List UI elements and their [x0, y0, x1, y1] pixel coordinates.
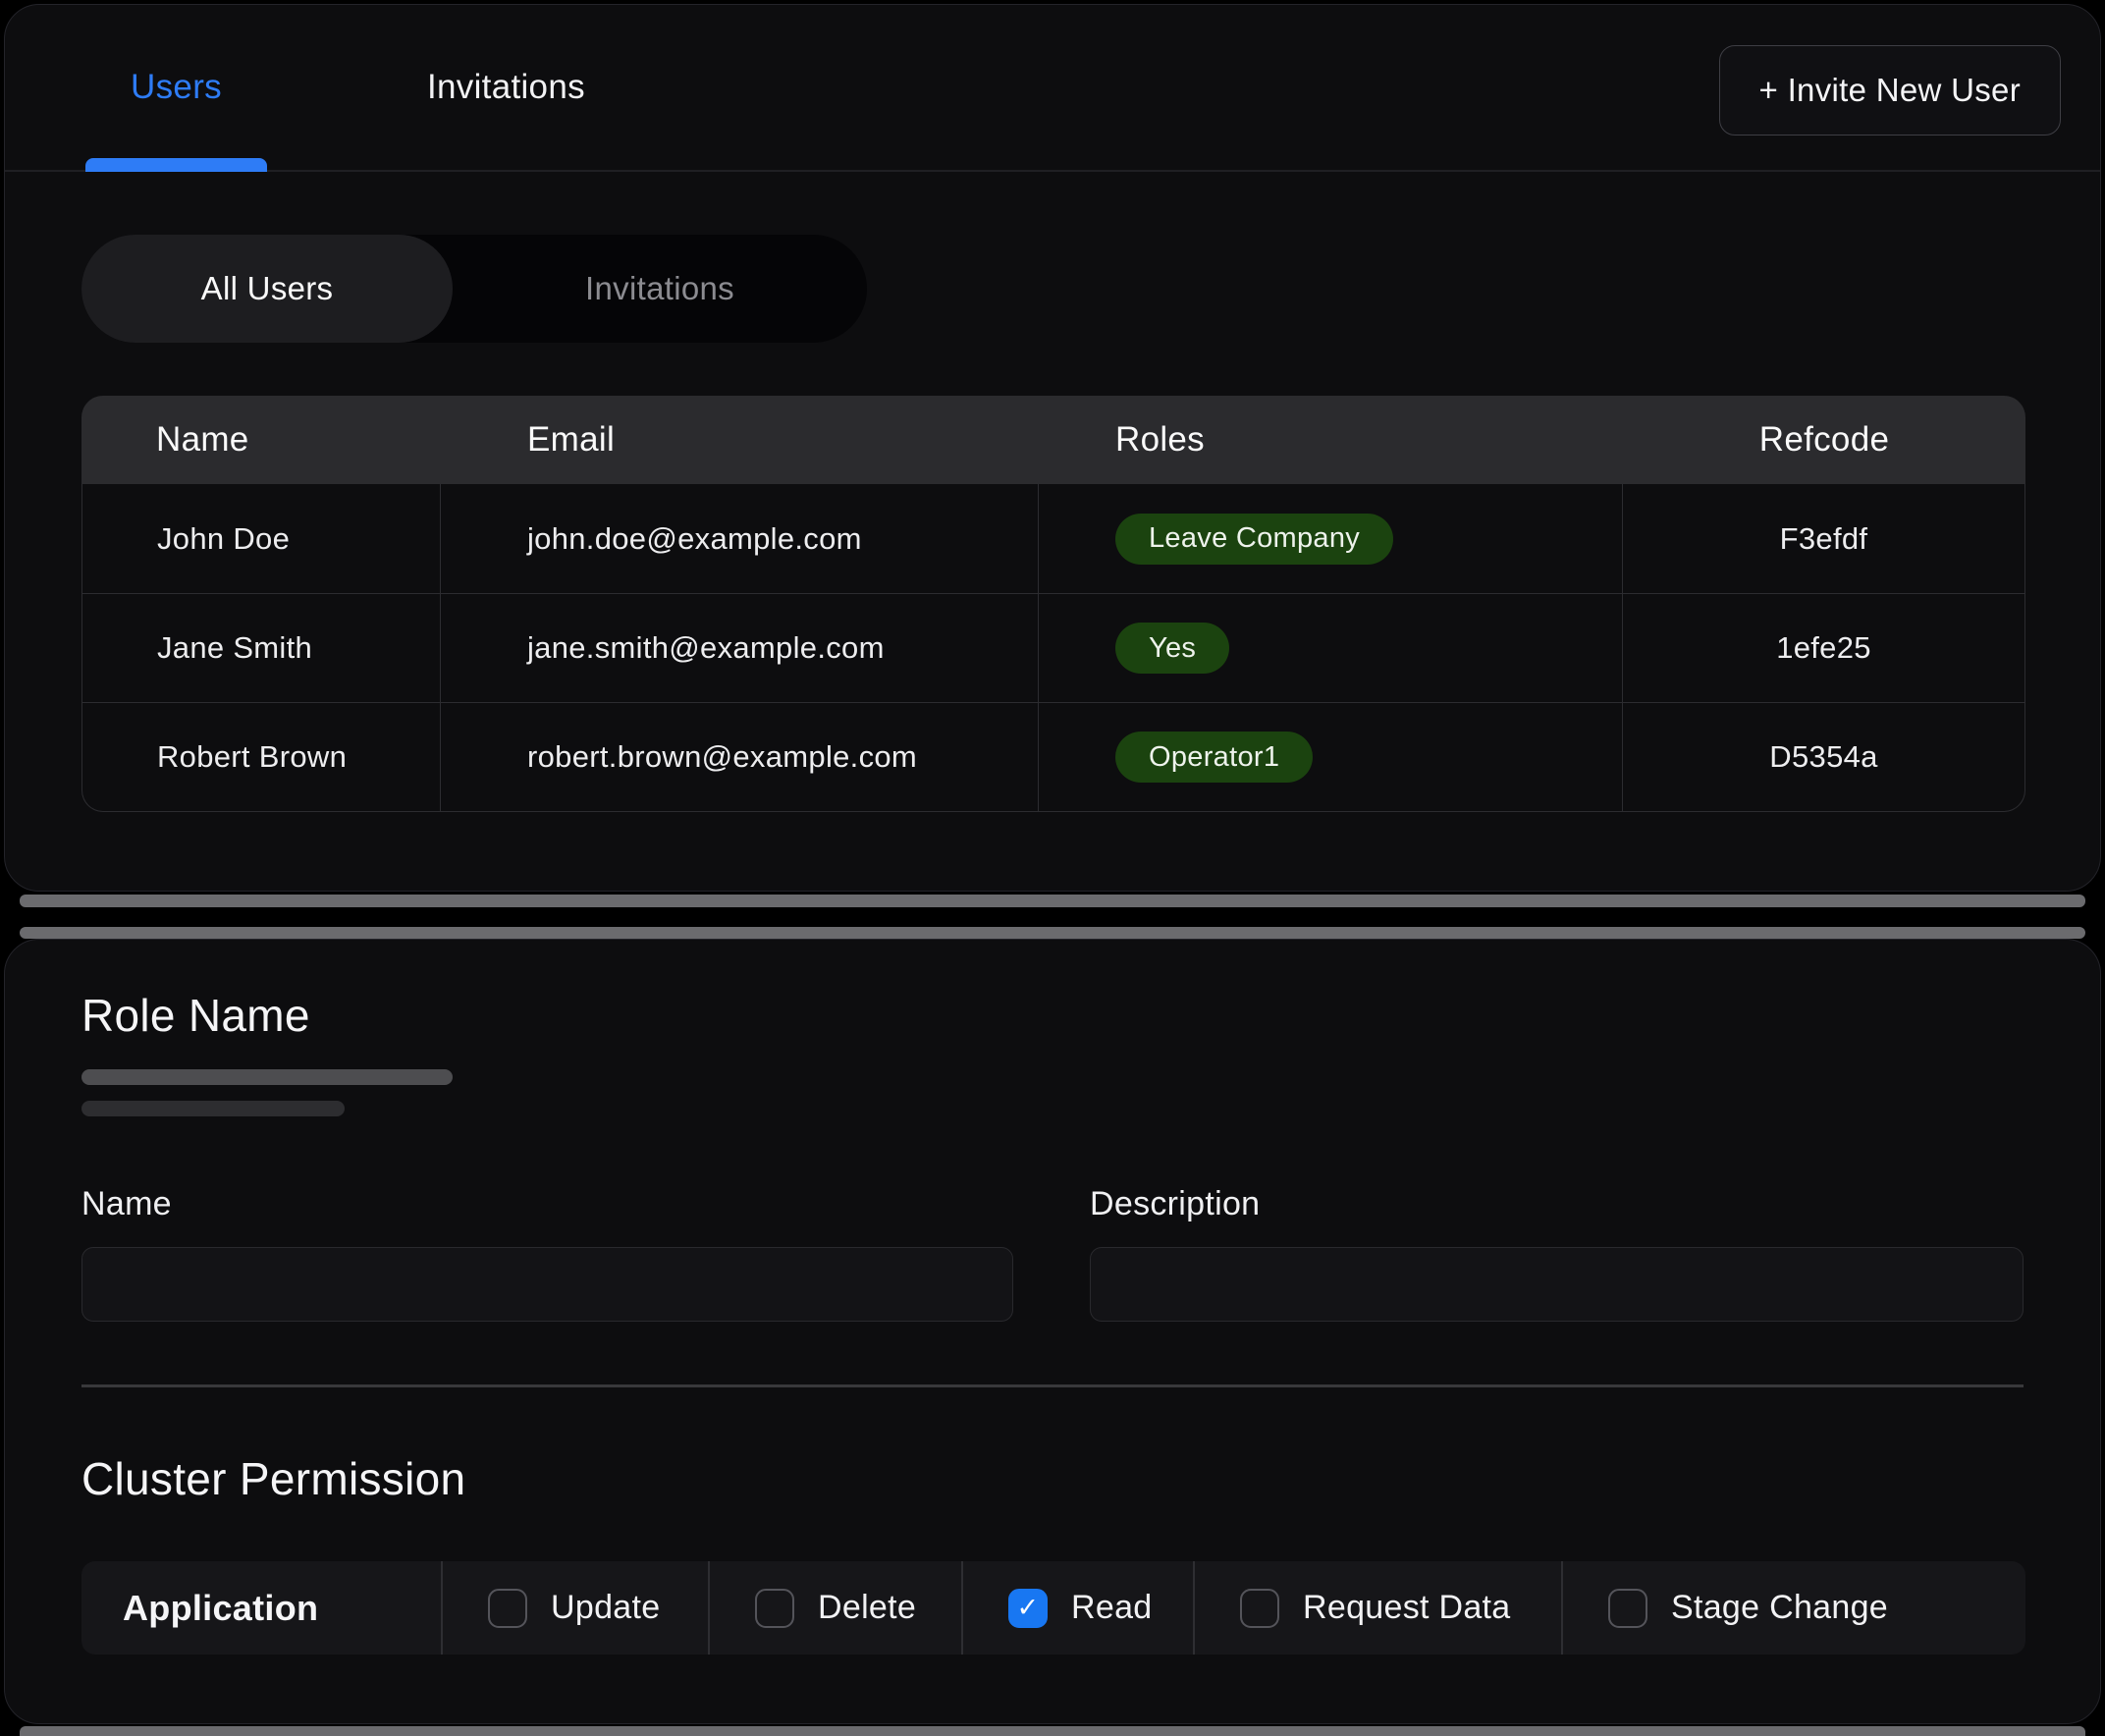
- users-card: Users Invitations + Invite New User All …: [4, 4, 2101, 892]
- active-tab-indicator: [85, 158, 267, 172]
- cell-refcode: D5354a: [1623, 703, 2024, 811]
- permission-cell-stage-change: ✓ Stage Change: [1561, 1561, 2025, 1655]
- card-stack-edge: [20, 927, 2085, 939]
- tab-invitations-label: Invitations: [427, 68, 585, 107]
- users-card-body: All Users Invitations Name Email Roles R…: [5, 235, 2100, 812]
- skeleton-bar: [81, 1069, 453, 1085]
- name-field-label: Name: [81, 1185, 1013, 1223]
- skeleton-bar: [81, 1101, 345, 1116]
- cell-refcode: F3efdf: [1623, 484, 2024, 593]
- cell-roles: Leave Company: [1039, 484, 1623, 593]
- section-divider: [81, 1384, 2024, 1387]
- user-filter-segmented-control: All Users Invitations: [81, 235, 867, 343]
- column-header-email: Email: [441, 420, 1039, 460]
- delete-checkbox[interactable]: ✓: [755, 1589, 794, 1628]
- users-table-body: John Doe john.doe@example.com Leave Comp…: [81, 484, 2025, 812]
- column-header-refcode: Refcode: [1623, 420, 2025, 460]
- role-form: Name Description: [81, 1185, 2024, 1322]
- tab-users-label: Users: [131, 68, 222, 107]
- card-stack-edge: [20, 895, 2085, 907]
- column-header-roles: Roles: [1039, 420, 1623, 460]
- role-pill[interactable]: Operator1: [1115, 732, 1313, 783]
- cell-refcode: 1efe25: [1623, 594, 2024, 702]
- description-field-group: Description: [1090, 1185, 2024, 1322]
- role-name-input[interactable]: [81, 1247, 1013, 1322]
- cluster-permission-title: Cluster Permission: [81, 1452, 2024, 1505]
- check-icon: ✓: [1017, 1593, 1040, 1623]
- permission-cell-request-data: ✓ Request Data: [1193, 1561, 1561, 1655]
- tab-invitations[interactable]: Invitations: [427, 5, 585, 170]
- cell-name: Robert Brown: [82, 703, 441, 811]
- users-table-header: Name Email Roles Refcode: [81, 396, 2025, 484]
- update-checkbox[interactable]: ✓: [488, 1589, 527, 1628]
- segment-invitations[interactable]: Invitations: [453, 235, 867, 343]
- segment-all-users[interactable]: All Users: [81, 235, 453, 343]
- permission-label: Stage Change: [1671, 1589, 1888, 1627]
- table-row: John Doe john.doe@example.com Leave Comp…: [82, 484, 2024, 593]
- permission-resource-label: Application: [81, 1561, 441, 1655]
- permission-cell-read: ✓ Read: [961, 1561, 1193, 1655]
- invite-new-user-button[interactable]: + Invite New User: [1719, 45, 2061, 136]
- cell-roles: Operator1: [1039, 703, 1623, 811]
- name-field-group: Name: [81, 1185, 1013, 1322]
- cell-email: jane.smith@example.com: [441, 594, 1039, 702]
- permission-label: Request Data: [1303, 1589, 1511, 1627]
- table-row: Robert Brown robert.brown@example.com Op…: [82, 702, 2024, 811]
- description-field-label: Description: [1090, 1185, 2024, 1223]
- cell-name: Jane Smith: [82, 594, 441, 702]
- role-card: Role Name Name Description Cluster Permi…: [4, 939, 2101, 1724]
- request-data-checkbox[interactable]: ✓: [1240, 1589, 1279, 1628]
- tab-bar: Users Invitations + Invite New User: [5, 5, 2100, 172]
- permission-label: Delete: [818, 1589, 916, 1627]
- permission-label: Update: [551, 1589, 660, 1627]
- role-name-title: Role Name: [81, 989, 2024, 1042]
- card-stack-edge: [20, 1726, 2085, 1736]
- role-card-body: Role Name Name Description Cluster Permi…: [5, 989, 2100, 1655]
- cell-name: John Doe: [82, 484, 441, 593]
- permission-cell-delete: ✓ Delete: [708, 1561, 961, 1655]
- tab-users[interactable]: Users: [85, 5, 267, 170]
- users-table: Name Email Roles Refcode John Doe john.d…: [81, 396, 2025, 812]
- cell-email: robert.brown@example.com: [441, 703, 1039, 811]
- read-checkbox[interactable]: ✓: [1008, 1589, 1048, 1628]
- stage-change-checkbox[interactable]: ✓: [1608, 1589, 1647, 1628]
- role-description-input[interactable]: [1090, 1247, 2024, 1322]
- role-pill[interactable]: Leave Company: [1115, 514, 1393, 565]
- cell-roles: Yes: [1039, 594, 1623, 702]
- permission-label: Read: [1071, 1589, 1152, 1627]
- permission-cell-update: ✓ Update: [441, 1561, 708, 1655]
- column-header-name: Name: [81, 420, 441, 460]
- permission-row-application: Application ✓ Update ✓ Delete ✓ Read: [81, 1561, 2025, 1655]
- role-pill[interactable]: Yes: [1115, 623, 1229, 674]
- cell-email: john.doe@example.com: [441, 484, 1039, 593]
- table-row: Jane Smith jane.smith@example.com Yes 1e…: [82, 593, 2024, 702]
